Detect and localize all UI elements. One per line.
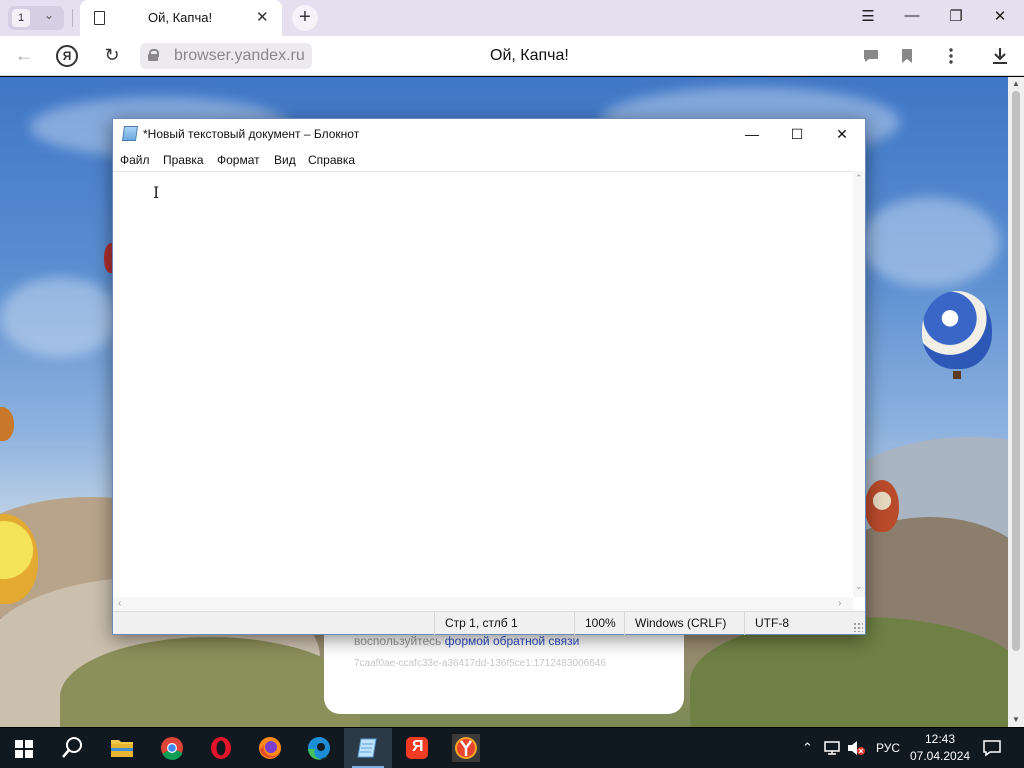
resize-grip-icon[interactable] bbox=[853, 622, 863, 632]
scroll-up-arrow-icon[interactable]: ▲ bbox=[1012, 79, 1020, 88]
address-bar: ← Я ↻ browser.yandex.ru Ой, Капча! bbox=[0, 36, 1024, 76]
new-tab-button[interactable]: + bbox=[292, 5, 318, 31]
page-title: Ой, Капча! bbox=[490, 47, 569, 64]
tab-title: Ой, Капча! bbox=[148, 10, 213, 25]
menu-edit[interactable]: Правка bbox=[163, 153, 204, 167]
bookmark-icon[interactable] bbox=[897, 46, 917, 66]
feedback-form-link[interactable]: формой обратной связи bbox=[445, 634, 580, 648]
line-endings: Windows (CRLF) bbox=[624, 612, 744, 635]
page-icon bbox=[94, 11, 105, 25]
notepad-status-bar: Стр 1, стлб 1 100% Windows (CRLF) UTF-8 bbox=[113, 611, 865, 635]
opera-button[interactable] bbox=[197, 728, 245, 768]
language-indicator[interactable]: РУС bbox=[876, 728, 900, 768]
cursor-position: Стр 1, стлб 1 bbox=[434, 612, 574, 635]
notepad-close-button[interactable]: ✕ bbox=[819, 119, 865, 149]
menu-help[interactable]: Справка bbox=[308, 153, 355, 167]
tab-separator bbox=[72, 9, 73, 27]
edge-icon bbox=[308, 737, 330, 760]
notepad-minimize-button[interactable]: — bbox=[729, 119, 775, 149]
show-hidden-icons-icon[interactable]: ⌃ bbox=[802, 728, 813, 768]
notepad-window: *Новый текстовый документ – Блокнот — ☐ … bbox=[112, 118, 866, 635]
yandex-label: Я bbox=[412, 738, 424, 755]
folder-icon bbox=[111, 740, 133, 757]
scroll-left-arrow-icon[interactable]: ‹ bbox=[118, 598, 121, 609]
menu-file[interactable]: Файл bbox=[120, 153, 150, 167]
scroll-up-arrow-icon[interactable]: ⌃ bbox=[855, 173, 863, 184]
tab-count: 1 bbox=[12, 9, 30, 27]
url-field[interactable]: browser.yandex.ru bbox=[140, 43, 312, 69]
balloon-image bbox=[865, 480, 899, 532]
clock-time: 12:43 bbox=[924, 732, 956, 746]
tab-counter-button[interactable]: 1 ⌄ bbox=[8, 6, 64, 30]
scroll-right-arrow-icon[interactable]: › bbox=[838, 598, 841, 609]
captcha-help-text: воспользуйтесь формой обратной связи bbox=[354, 634, 579, 648]
firefox-button[interactable] bbox=[246, 728, 294, 768]
minimize-button[interactable]: — bbox=[900, 7, 924, 24]
yandex-button[interactable]: Я bbox=[393, 728, 441, 768]
notepad-menu-bar: Файл Правка Формат Вид Справка bbox=[113, 149, 865, 171]
menu-view[interactable]: Вид bbox=[274, 153, 296, 167]
clock-date: 07.04.2024 bbox=[910, 749, 971, 763]
download-icon[interactable] bbox=[990, 46, 1010, 66]
menu-icon[interactable]: ☰ bbox=[856, 7, 880, 25]
captcha-card: воспользуйтесь формой обратной связи 7ca… bbox=[324, 634, 684, 714]
network-icon[interactable] bbox=[822, 740, 842, 756]
balloon-image bbox=[922, 291, 992, 369]
page-scrollbar[interactable]: ▲ ▼ bbox=[1008, 77, 1024, 727]
search-icon bbox=[62, 737, 82, 758]
chrome-button[interactable] bbox=[148, 728, 196, 768]
text-cursor-icon: I bbox=[153, 183, 160, 202]
search-button[interactable] bbox=[48, 728, 96, 768]
notifications-icon[interactable] bbox=[982, 738, 1002, 758]
captcha-request-id: 7caaf0ae-ccafc33e-a36417dd-136f5ce1:1712… bbox=[354, 658, 606, 669]
scroll-down-arrow-icon[interactable]: ⌄ bbox=[855, 581, 863, 592]
volume-muted-icon[interactable] bbox=[846, 740, 866, 756]
encoding: UTF-8 bbox=[744, 612, 865, 635]
balloon-image bbox=[0, 407, 14, 441]
notepad-text-area[interactable]: I bbox=[113, 171, 853, 597]
notepad-horizontal-scrollbar[interactable]: ‹ › bbox=[113, 597, 853, 611]
notepad-maximize-button[interactable]: ☐ bbox=[774, 119, 820, 149]
menu-format[interactable]: Формат bbox=[217, 153, 260, 167]
zoom-level: 100% bbox=[574, 612, 624, 635]
chrome-icon bbox=[161, 737, 183, 760]
back-arrow-icon[interactable]: ← bbox=[12, 44, 36, 68]
browser-tab-bar: 1 ⌄ Ой, Капча! ✕ + ☰ — ❐ ✕ bbox=[0, 0, 1024, 36]
notepad-icon bbox=[121, 126, 139, 141]
yandex-browser-button[interactable] bbox=[442, 728, 490, 768]
opera-icon bbox=[211, 737, 231, 759]
scroll-down-arrow-icon[interactable]: ▼ bbox=[1012, 715, 1020, 724]
url-domain: browser.yandex.ru bbox=[174, 47, 305, 64]
comment-icon[interactable] bbox=[861, 46, 881, 66]
notepad-vertical-scrollbar[interactable]: ⌃ ⌄ bbox=[853, 171, 865, 597]
captcha-help-prefix: воспользуйтесь bbox=[354, 634, 442, 648]
more-options-icon[interactable] bbox=[941, 46, 961, 66]
close-window-button[interactable]: ✕ bbox=[988, 7, 1012, 25]
notepad-title: *Новый текстовый документ – Блокнот bbox=[143, 127, 360, 141]
reload-icon[interactable]: ↻ bbox=[100, 44, 124, 68]
scrollbar-thumb[interactable] bbox=[1012, 91, 1020, 651]
chevron-down-icon: ⌄ bbox=[44, 8, 55, 22]
lock-icon[interactable] bbox=[148, 49, 159, 61]
windows-logo-icon bbox=[15, 740, 33, 758]
start-button[interactable] bbox=[0, 728, 48, 768]
file-explorer-button[interactable] bbox=[98, 728, 146, 768]
clock[interactable]: 12:43 07.04.2024 bbox=[910, 731, 970, 765]
windows-taskbar: Я ⌃ РУС 12:43 07.04.2024 bbox=[0, 728, 1024, 768]
active-tab[interactable]: Ой, Капча! ✕ bbox=[80, 0, 282, 36]
notepad-taskbar-button[interactable] bbox=[344, 728, 392, 768]
firefox-icon bbox=[259, 737, 281, 759]
edge-button[interactable] bbox=[295, 728, 343, 768]
restore-button[interactable]: ❐ bbox=[944, 7, 968, 25]
yandex-button[interactable]: Я bbox=[56, 45, 78, 67]
notepad-icon bbox=[357, 738, 377, 758]
yandex-browser-icon bbox=[452, 734, 480, 762]
close-tab-icon[interactable]: ✕ bbox=[256, 8, 269, 26]
notepad-title-bar[interactable]: *Новый текстовый документ – Блокнот — ☐ … bbox=[113, 119, 865, 149]
